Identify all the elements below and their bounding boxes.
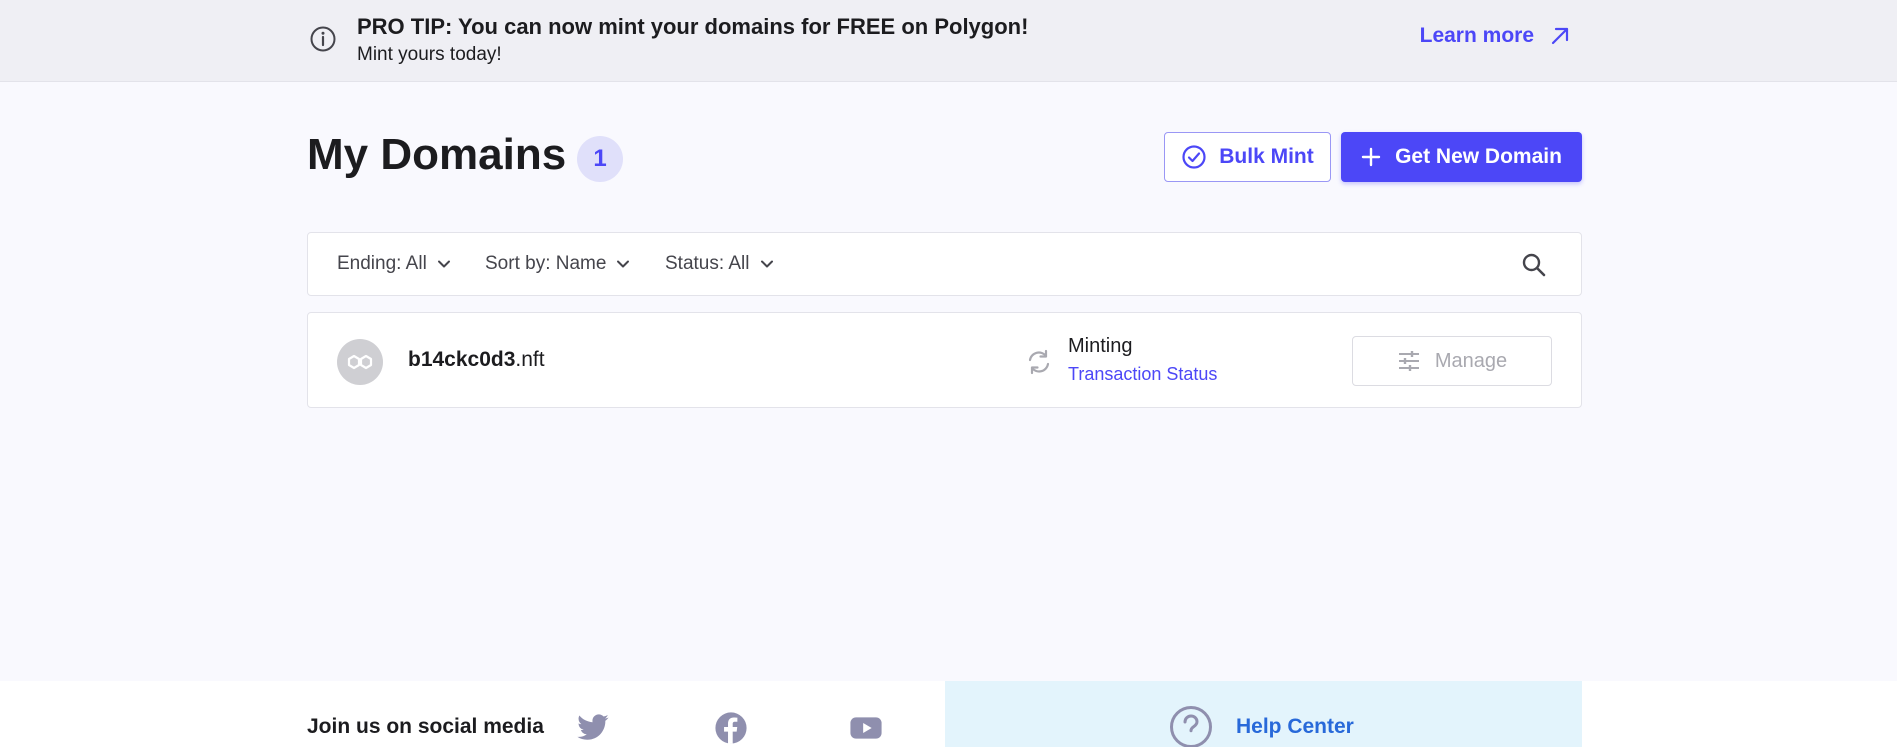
banner-subtitle: Mint yours today! [357,44,502,65]
chevron-down-icon [617,260,630,268]
get-new-domain-button[interactable]: Get New Domain [1341,132,1582,182]
sort-dropdown[interactable]: Sort by: Name [485,253,630,275]
domain-status: Minting [1068,335,1133,357]
pro-tip-banner: PRO TIP: You can now mint your domains f… [0,0,1897,82]
social-media-label: Join us on social media [307,715,544,738]
twitter-icon[interactable] [576,711,610,745]
banner-content: PRO TIP: You can now mint your domains f… [307,0,1582,82]
manage-button[interactable]: Manage [1352,336,1552,386]
facebook-icon[interactable] [714,711,748,745]
filter-bar: Ending: All Sort by: Name Status: All [307,232,1582,296]
bulk-mint-label: Bulk Mint [1219,145,1314,168]
domain-label: b14ckc0d3 [408,348,516,371]
sync-icon [1028,349,1050,375]
banner-title: PRO TIP: You can now mint your domains f… [357,14,1029,39]
check-circle-icon [1182,145,1206,169]
ending-filter-label: Ending: All [337,253,427,274]
plus-icon [1361,147,1381,167]
search-icon[interactable] [1521,252,1547,278]
youtube-icon[interactable] [849,711,883,745]
domain-row[interactable]: b14ckc0d3.nft Minting Transaction Status… [307,312,1582,408]
polygon-logo [347,354,373,370]
domain-name[interactable]: b14ckc0d3.nft [408,348,545,372]
question-circle-icon [1170,706,1212,747]
page-title: My Domains [307,130,567,179]
manage-label: Manage [1434,349,1508,372]
chevron-down-icon [760,260,773,268]
sort-label: Sort by: Name [485,253,607,274]
status-filter-dropdown[interactable]: Status: All [665,253,774,275]
ending-filter-dropdown[interactable]: Ending: All [337,253,451,275]
info-icon [310,26,336,52]
status-filter-label: Status: All [665,253,750,274]
learn-more-link[interactable]: Learn more [1420,24,1572,48]
domain-count-badge: 1 [577,136,623,182]
bulk-mint-button[interactable]: Bulk Mint [1164,132,1331,182]
chevron-down-icon [437,260,450,268]
transaction-status-link[interactable]: Transaction Status [1068,364,1217,385]
sliders-icon [1398,351,1419,371]
learn-more-label: Learn more [1419,24,1534,47]
get-new-domain-label: Get New Domain [1395,145,1562,168]
domain-extension: .nft [515,348,545,371]
footer: Join us on social media Help Center [0,681,1897,747]
help-center-link[interactable]: Help Center [1236,715,1354,739]
help-center-panel[interactable]: Help Center [945,681,1582,747]
arrow-up-right-icon [1551,27,1569,45]
polygon-icon [337,339,383,385]
